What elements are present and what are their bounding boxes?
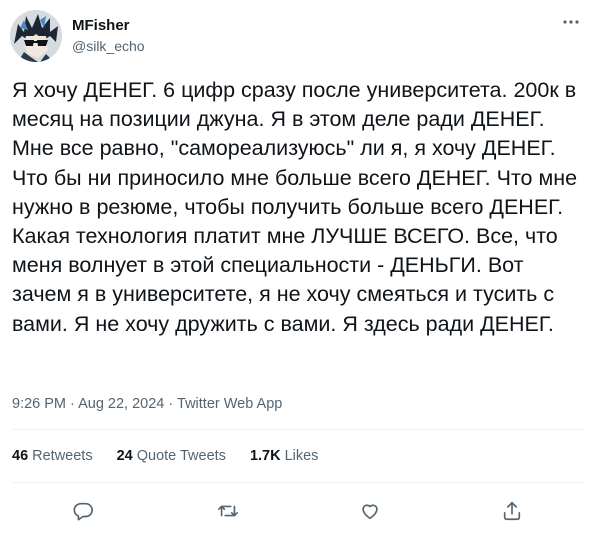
retweets-label: Retweets xyxy=(32,448,93,464)
more-horizontal-icon xyxy=(563,20,579,24)
tweet-stats: 46 Retweets 24 Quote Tweets 1.7K Likes xyxy=(12,446,318,466)
tweet-meta: 9:26 PM · Aug 22, 2024 · Twitter Web App xyxy=(12,394,282,414)
likes-label: Likes xyxy=(284,448,319,464)
meta-separator: · xyxy=(70,396,79,412)
retweet-button[interactable] xyxy=(213,496,243,526)
tweet-actions xyxy=(0,490,596,530)
share-button[interactable] xyxy=(497,496,527,526)
retweet-icon xyxy=(218,505,238,517)
user-names: MFisher @silk_echo xyxy=(72,16,145,56)
more-options-button[interactable] xyxy=(556,10,586,34)
tweet-source[interactable]: Twitter Web App xyxy=(177,396,282,412)
tweet-time[interactable]: 9:26 PM xyxy=(12,396,66,412)
tweet-text: Я хочу ДЕНЕГ. 6 цифр сразу после универс… xyxy=(12,78,584,336)
quote-tweets-label: Quote Tweets xyxy=(136,448,226,464)
tweet-date[interactable]: Aug 22, 2024 xyxy=(78,396,164,412)
tweet: MFisher @silk_echo Я хочу ДЕНЕГ. 6 цифр … xyxy=(0,0,596,545)
quote-tweets-count: 24 xyxy=(116,448,133,464)
divider xyxy=(12,429,584,430)
likes-count: 1.7K xyxy=(249,448,281,464)
like-icon xyxy=(362,504,378,520)
display-name[interactable]: MFisher xyxy=(72,16,145,36)
retweets-count: 46 xyxy=(12,448,29,464)
reply-button[interactable] xyxy=(68,496,98,526)
anime-avatar-icon xyxy=(10,10,62,62)
divider xyxy=(12,482,584,483)
share-icon xyxy=(503,501,521,521)
reply-icon xyxy=(73,502,93,521)
like-button[interactable] xyxy=(355,496,385,526)
tweet-header: MFisher @silk_echo xyxy=(10,10,586,62)
likes-stat[interactable]: 1.7K Likes xyxy=(250,446,319,466)
quote-tweets-stat[interactable]: 24 Quote Tweets xyxy=(117,446,226,466)
retweets-stat[interactable]: 46 Retweets xyxy=(12,446,93,466)
user-handle[interactable]: @silk_echo xyxy=(72,36,145,56)
avatar[interactable] xyxy=(10,10,62,62)
meta-separator: · xyxy=(168,396,178,412)
